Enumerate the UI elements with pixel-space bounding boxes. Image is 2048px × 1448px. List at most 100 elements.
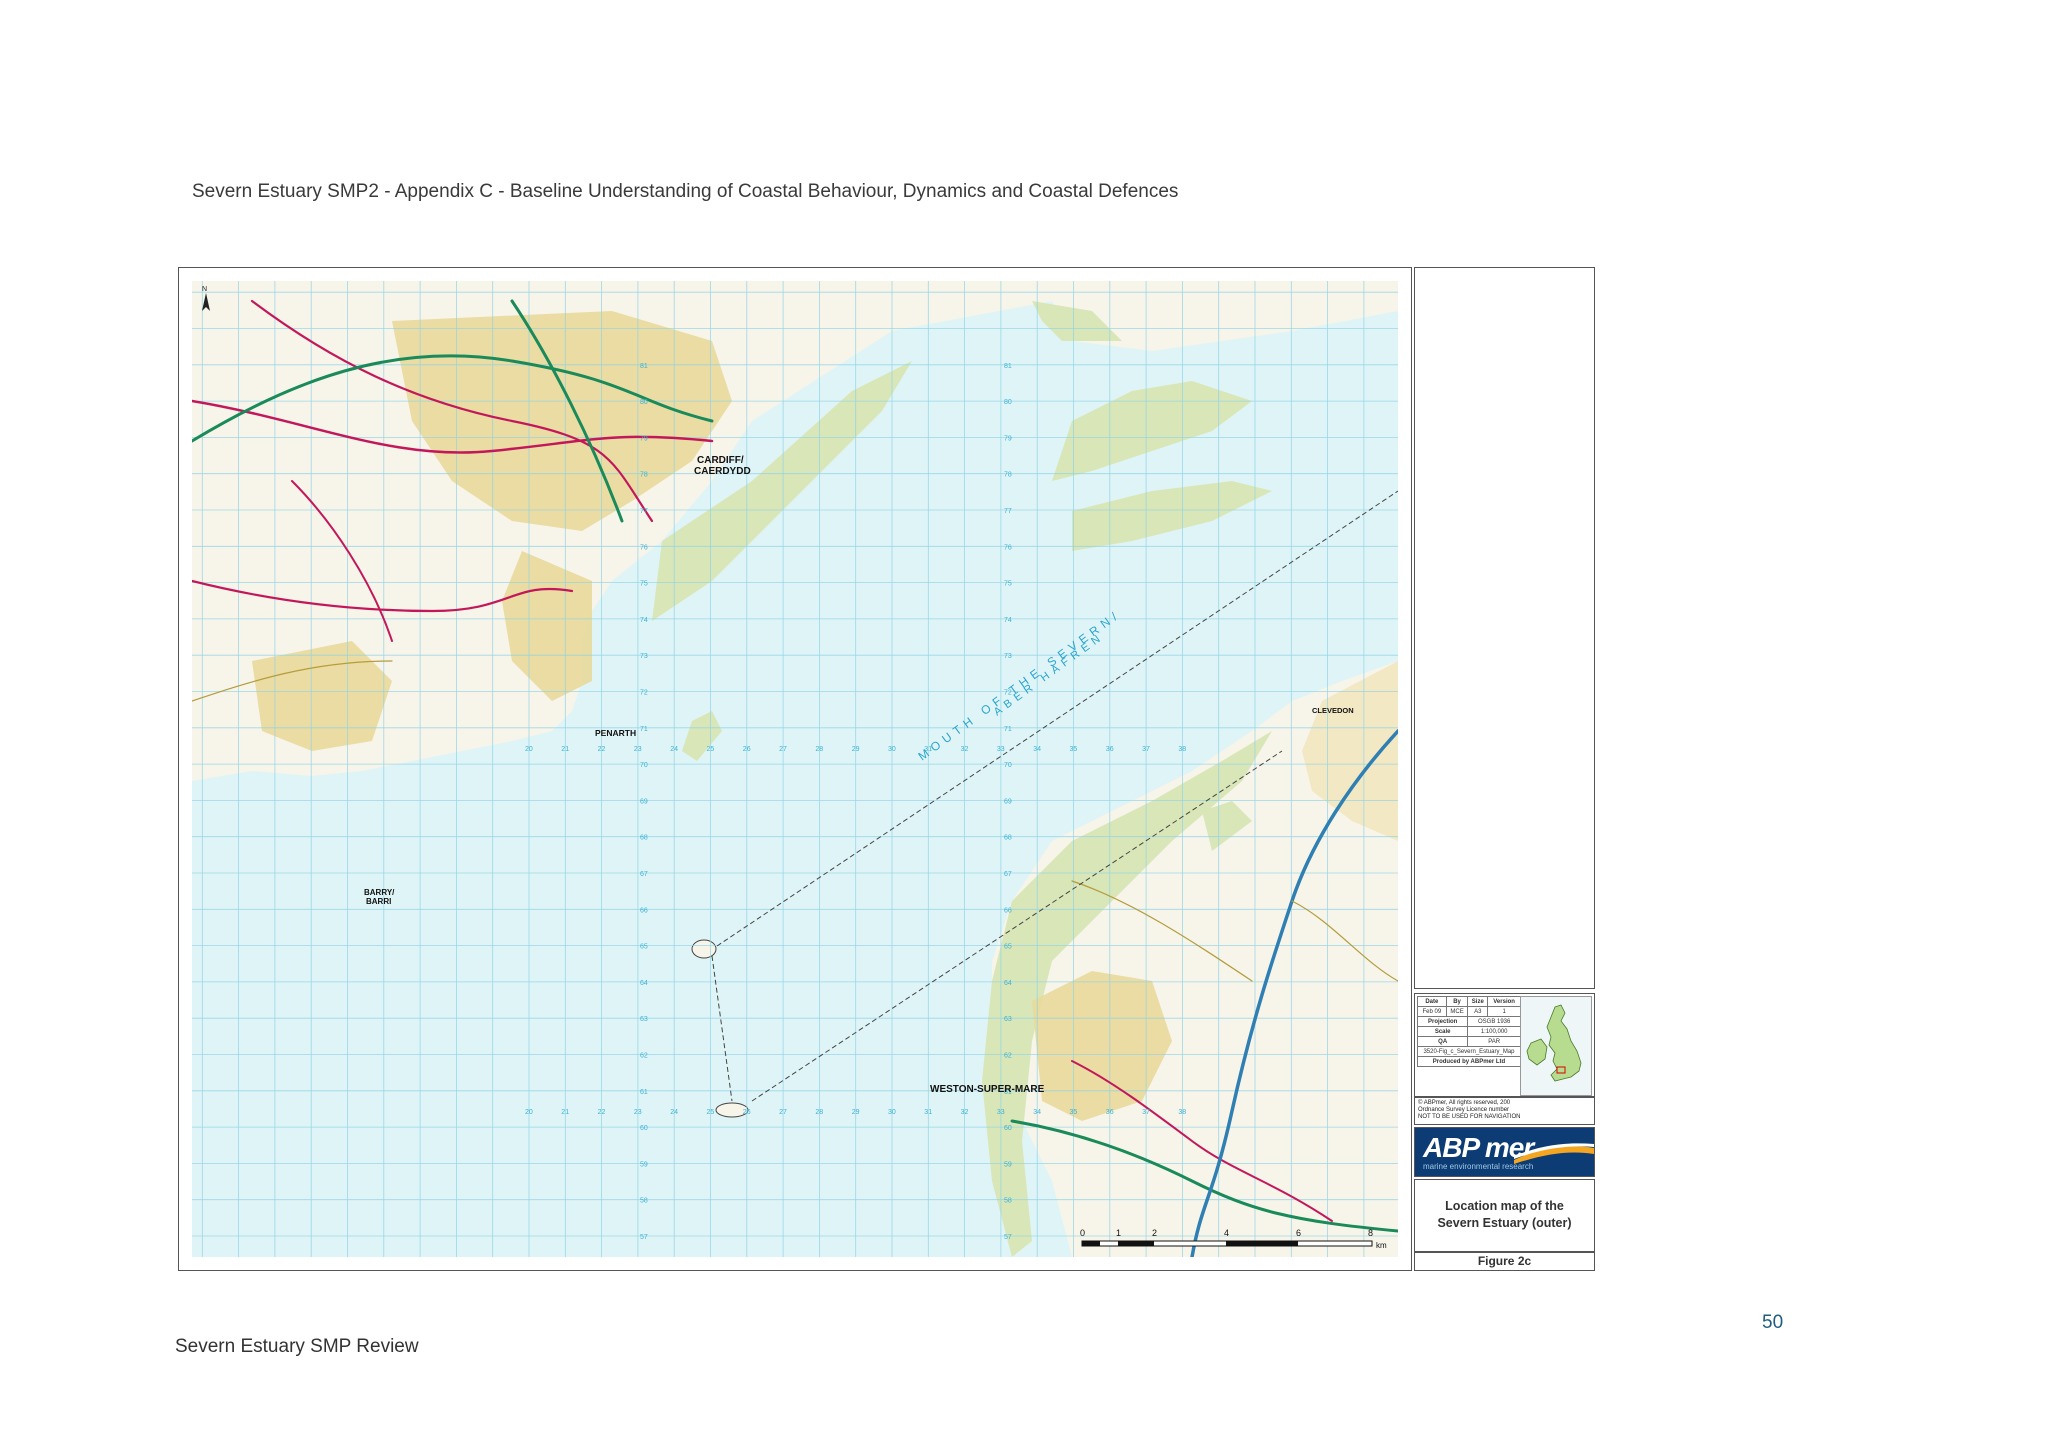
- label-clevedon: CLEVEDON: [1312, 706, 1354, 715]
- grid-label-northing: 78: [1004, 472, 1012, 479]
- svg-text:N: N: [202, 286, 207, 293]
- grid-label-easting: 38: [1178, 1109, 1186, 1116]
- map-side-panel: Date By Size Version Feb 09 MCE A3 1 Pro…: [1414, 267, 1597, 1271]
- grid-label-northing: 66: [640, 907, 648, 914]
- grid-label-easting: 20: [525, 746, 533, 753]
- grid-label-northing: 68: [1004, 835, 1012, 842]
- grid-label-northing: 60: [1004, 1125, 1012, 1132]
- grid-label-easting: 35: [1070, 746, 1078, 753]
- grid-label-northing: 71: [640, 726, 648, 733]
- figure-title-line-2: Severn Estuary (outer): [1437, 1216, 1572, 1230]
- grid-label-easting: 23: [634, 1109, 642, 1116]
- grid-label-northing: 80: [640, 399, 648, 406]
- grid-label-northing: 69: [1004, 798, 1012, 805]
- scale-tick-4: 4: [1224, 1228, 1229, 1238]
- grid-label-northing: 80: [1004, 399, 1012, 406]
- scale-tick-0: 0: [1080, 1228, 1085, 1238]
- scale-value: 1:100,000: [1467, 1026, 1521, 1037]
- label-barry: BARRY/BARRI: [364, 888, 395, 906]
- grid-label-easting: 24: [670, 746, 678, 753]
- grid-label-easting: 37: [1142, 746, 1150, 753]
- projection-value: OSGB 1936: [1467, 1016, 1521, 1027]
- grid-label-northing: 70: [1004, 762, 1012, 769]
- label-cardiff: CARDIFF/CAERDYDD: [694, 455, 751, 477]
- great-britain-shape: [1546, 1004, 1582, 1082]
- grid-label-northing: 63: [640, 1016, 648, 1023]
- grid-label-easting: 37: [1142, 1109, 1150, 1116]
- grid-label-northing: 58: [640, 1198, 648, 1205]
- grid-label-northing: 79: [1004, 435, 1012, 442]
- grid-label-easting: 25: [707, 1109, 715, 1116]
- header-date: Date: [1417, 996, 1447, 1007]
- grid-label-northing: 65: [1004, 944, 1012, 951]
- grid-label-easting: 32: [961, 746, 969, 753]
- grid-label-northing: 59: [1004, 1161, 1012, 1168]
- figure-label: Figure 2c: [1414, 1251, 1595, 1271]
- grid-label-northing: 73: [640, 653, 648, 660]
- figure-title: Location map of the Severn Estuary (oute…: [1414, 1179, 1595, 1253]
- grid-label-easting: 20: [525, 1109, 533, 1116]
- page-number: 50: [1762, 1312, 1784, 1333]
- grid-label-northing: 72: [640, 690, 648, 697]
- grid-label-easting: 38: [1178, 746, 1186, 753]
- grid-label-northing: 81: [1004, 363, 1012, 370]
- grid-label-easting: 34: [1033, 1109, 1041, 1116]
- grid-label-easting: 27: [779, 1109, 787, 1116]
- map-info-block: Date By Size Version Feb 09 MCE A3 1 Pro…: [1414, 993, 1595, 1097]
- grid-label-northing: 59: [640, 1161, 648, 1168]
- filename: 3520-Fig_c_Severn_Estuary_Map: [1417, 1046, 1521, 1057]
- flat-holm-island: [691, 939, 717, 959]
- produced-by: Produced by ABPmer Ltd: [1417, 1056, 1521, 1067]
- grid-label-easting: 36: [1106, 1109, 1114, 1116]
- scale-tick-2: 2: [1152, 1228, 1157, 1238]
- grid-label-northing: 79: [640, 435, 648, 442]
- grid-label-easting: 23: [634, 746, 642, 753]
- grid-label-northing: 77: [1004, 508, 1012, 515]
- grid-label-easting: 33: [997, 1109, 1005, 1116]
- grid-label-easting: 31: [924, 1109, 932, 1116]
- grid-label-easting: 29: [852, 1109, 860, 1116]
- grid-label-northing: 76: [640, 544, 648, 551]
- grid-label-easting: 30: [888, 1109, 896, 1116]
- value-by: MCE: [1445, 1006, 1469, 1017]
- grid-label-easting: 28: [815, 1109, 823, 1116]
- scale-tick-6: 6: [1296, 1228, 1301, 1238]
- figure-title-line-1: Location map of the: [1445, 1199, 1564, 1213]
- projection-label: Projection: [1416, 1016, 1469, 1027]
- grid-label-easting: 21: [561, 746, 569, 753]
- label-weston: WESTON-SUPER-MARE: [930, 1084, 1045, 1095]
- grid-label-northing: 64: [640, 980, 648, 987]
- header-version: Version: [1487, 996, 1521, 1007]
- grid-label-northing: 68: [640, 835, 648, 842]
- document-header: Severn Estuary SMP2 - Appendix C - Basel…: [192, 181, 1179, 202]
- grid-label-northing: 64: [1004, 980, 1012, 987]
- grid-label-northing: 67: [1004, 871, 1012, 878]
- header-by: By: [1445, 996, 1469, 1007]
- grid-label-easting: 26: [743, 746, 751, 753]
- location-map: 20 20 21 21 22 22 23 23 24 24 25 25 26 26 27 27 28 28 29 29…: [192, 281, 1398, 1257]
- grid-label-northing: 62: [1004, 1053, 1012, 1060]
- grid-label-northing: 74: [640, 617, 648, 624]
- value-size: A3: [1467, 1006, 1489, 1017]
- grid-label-northing: 71: [1004, 726, 1012, 733]
- qa-value: PAR: [1467, 1036, 1521, 1047]
- grid-label-northing: 66: [1004, 907, 1012, 914]
- grid-label-northing: 57: [1004, 1234, 1012, 1241]
- grid-label-easting: 22: [598, 1109, 606, 1116]
- grid-label-northing: 67: [640, 871, 648, 878]
- uk-locator-map: [1520, 996, 1592, 1096]
- grid-label-northing: 61: [640, 1089, 648, 1096]
- grid-label-easting: 32: [961, 1109, 969, 1116]
- value-version: 1: [1487, 1006, 1521, 1017]
- grid-label-northing: 63: [1004, 1016, 1012, 1023]
- grid-label-easting: 27: [779, 746, 787, 753]
- copyright-line-2: Ordnance Survey Licence number: [1418, 1107, 1510, 1113]
- grid-label-easting: 24: [670, 1109, 678, 1116]
- grid-label-easting: 29: [852, 746, 860, 753]
- grid-label-northing: 60: [640, 1125, 648, 1132]
- copyright-notice: © ABPmer, All rights reserved, 200 Ordna…: [1414, 1097, 1595, 1125]
- grid-label-easting: 28: [815, 746, 823, 753]
- grid-label-northing: 62: [640, 1053, 648, 1060]
- grid-label-easting: 21: [561, 1109, 569, 1116]
- scale-tick-1: 1: [1116, 1228, 1121, 1238]
